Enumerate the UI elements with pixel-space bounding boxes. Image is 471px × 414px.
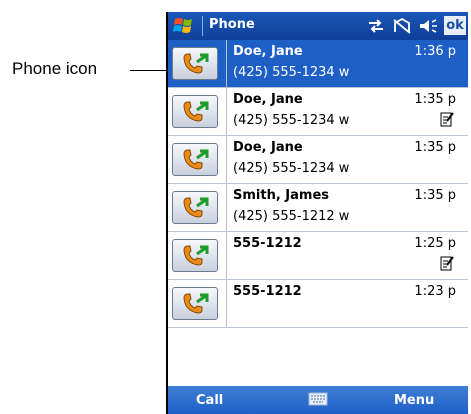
call-log-row[interactable]: 555-1212 1:25 p: [168, 232, 468, 280]
signal-off-icon[interactable]: [391, 17, 413, 35]
call-time: 1:35 p: [414, 140, 456, 155]
call-log-row[interactable]: Smith, James (425) 555-1212 w 1:35 p: [168, 184, 468, 232]
caller-name: Doe, Jane: [233, 44, 303, 59]
note-icon[interactable]: [440, 255, 454, 271]
call-log-row[interactable]: Doe, Jane (425) 555-1234 w 1:35 p: [168, 88, 468, 136]
call-time: 1:25 p: [414, 236, 456, 251]
phone-call-icon: [183, 245, 209, 266]
call-time: 1:35 p: [414, 92, 456, 107]
phone-call-icon: [183, 197, 209, 218]
speaker-icon[interactable]: [418, 17, 440, 35]
windows-start-icon[interactable]: [172, 15, 200, 37]
phone-call-button[interactable]: [172, 143, 218, 176]
call-time: 1:36 p: [414, 44, 456, 59]
phone-call-icon: [183, 149, 209, 170]
call-time: 1:23 p: [414, 284, 456, 299]
call-soft-key[interactable]: Call: [196, 393, 223, 408]
ok-button[interactable]: ok: [444, 16, 466, 35]
app-title: Phone: [209, 17, 255, 32]
call-log-row[interactable]: Doe, Jane (425) 555-1234 w 1:36 p: [168, 40, 468, 88]
phone-call-button[interactable]: [172, 47, 218, 80]
phone-call-button[interactable]: [172, 239, 218, 272]
keyboard-icon[interactable]: [308, 391, 328, 411]
call-log-row[interactable]: 555-1212 1:23 p: [168, 280, 468, 328]
phone-call-icon: [183, 101, 209, 122]
caller-number: (425) 555-1234 w: [233, 161, 350, 176]
menu-soft-key[interactable]: Menu: [394, 393, 434, 408]
call-time: 1:35 p: [414, 188, 456, 203]
menu-bar: Call Menu: [168, 386, 468, 414]
row-divider: [226, 40, 227, 87]
callout-label: Phone icon: [12, 59, 98, 78]
note-icon[interactable]: [440, 111, 454, 127]
row-divider: [226, 88, 227, 135]
row-divider: [226, 280, 227, 327]
row-divider: [226, 184, 227, 231]
call-log-list: Doe, Jane (425) 555-1234 w 1:36 p Doe, J…: [168, 40, 468, 328]
row-divider: [226, 232, 227, 279]
caller-name: Smith, James: [233, 188, 330, 203]
row-divider: [226, 136, 227, 183]
caller-number: (425) 555-1234 w: [233, 113, 350, 128]
caller-name: Doe, Jane: [233, 92, 303, 107]
connectivity-icon[interactable]: [366, 17, 386, 35]
phone-call-button[interactable]: [172, 287, 218, 320]
device-screen: Phone ok Doe, Jane (425) 555-1234 w 1:36…: [166, 12, 468, 414]
phone-call-button[interactable]: [172, 95, 218, 128]
caller-name: 555-1212: [233, 284, 302, 299]
phone-call-button[interactable]: [172, 191, 218, 224]
caller-name: 555-1212: [233, 236, 302, 251]
caller-number: (425) 555-1234 w: [233, 65, 350, 80]
call-log-row[interactable]: Doe, Jane (425) 555-1234 w 1:35 p: [168, 136, 468, 184]
phone-call-icon: [183, 53, 209, 74]
caller-name: Doe, Jane: [233, 140, 303, 155]
title-bar: Phone ok: [168, 12, 468, 40]
phone-call-icon: [183, 293, 209, 314]
title-divider: [202, 16, 203, 36]
caller-number: (425) 555-1212 w: [233, 209, 350, 224]
